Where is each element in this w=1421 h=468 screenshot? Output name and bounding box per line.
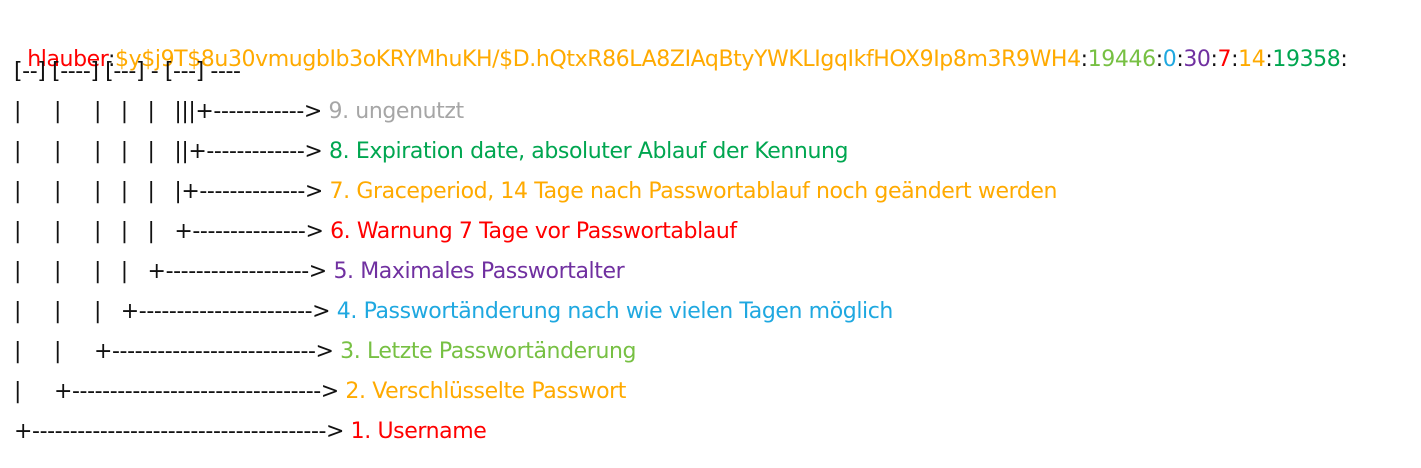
field-separator: :: [1340, 47, 1348, 72]
field-expiration: 19358: [1272, 47, 1341, 72]
annotation-row-2: | +---------------------------------> 2.…: [14, 378, 626, 406]
annotation-label-5: 5. Maximales Passwortalter: [333, 259, 625, 284]
connector-lines: | | | | | |+-------------->: [14, 179, 330, 204]
connector-lines: +---------------------------------------…: [14, 419, 351, 444]
connector-lines: | | | | | ||+------------->: [14, 139, 330, 164]
annotation-label-7: 7. Graceperiod, 14 Tage nach Passwortabl…: [329, 179, 1058, 204]
field-separator: :: [1155, 47, 1163, 72]
field-grace-period: 14: [1238, 47, 1266, 72]
annotation-row-9: | | | | | |||+------------> 9. ungenutzt: [14, 98, 464, 126]
annotation-label-4: 4. Passwortänderung nach wie vielen Tage…: [336, 299, 894, 324]
connector-lines: | | +--------------------------->: [14, 339, 341, 364]
annotation-label-2: 2. Verschlüsselte Passwort: [345, 379, 627, 404]
annotation-row-5: | | | | +-------------------> 5. Maximal…: [14, 258, 625, 286]
shadow-entry-line: hlauber:$y$j9T$8u30vmugbIb3oKRYMhuKH/$D.…: [14, 18, 1348, 72]
annotation-row-6: | | | | | +---------------> 6. Warnung 7…: [14, 218, 737, 246]
field-separator: :: [1210, 47, 1218, 72]
annotation-label-1: 1. Username: [350, 419, 487, 444]
annotation-row-3: | | +---------------------------> 3. Let…: [14, 338, 637, 366]
annotation-label-3: 3. Letzte Passwortänderung: [340, 339, 637, 364]
field-max-age: 30: [1183, 47, 1211, 72]
connector-lines: | | | | +------------------->: [14, 259, 334, 284]
field-last-change: 19446: [1087, 47, 1156, 72]
connector-lines: | | | +----------------------->: [14, 299, 337, 324]
annotation-label-8: 8. Expiration date, absoluter Ablauf der…: [329, 139, 849, 164]
field-separator: :: [1080, 47, 1088, 72]
connector-lines: | +--------------------------------->: [14, 379, 346, 404]
connector-lines: | | | | | |||+------------>: [14, 99, 329, 124]
annotation-row-8: | | | | | ||+-------------> 8. Expiratio…: [14, 138, 849, 166]
annotation-row-4: | | | +-----------------------> 4. Passw…: [14, 298, 893, 326]
annotation-label-6: 6. Warnung 7 Tage vor Passwortablauf: [330, 219, 737, 244]
annotation-label-9: 9. ungenutzt: [328, 99, 465, 124]
field-warning: 7: [1217, 47, 1232, 72]
annotation-row-7: | | | | | |+--------------> 7. Graceperi…: [14, 178, 1058, 206]
field-min-age: 0: [1162, 47, 1177, 72]
bracket-line: [--] [----] [---] - [---] ----: [14, 59, 241, 84]
field-password-hash: $y$j9T$8u30vmugbIb3oKRYMhuKH/$D.hQtxR86L…: [115, 47, 1081, 72]
connector-lines: | | | | | +--------------->: [14, 219, 331, 244]
annotation-row-1: +---------------------------------------…: [14, 418, 487, 446]
